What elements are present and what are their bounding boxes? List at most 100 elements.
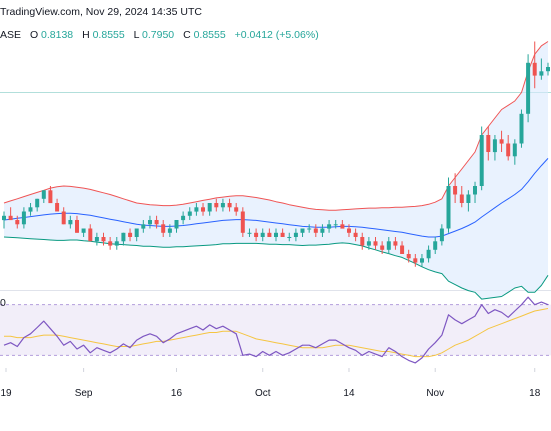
candle-body bbox=[134, 228, 139, 237]
x-axis-tick-label: Sep bbox=[75, 388, 93, 399]
candle-body bbox=[94, 237, 99, 242]
candle-body bbox=[473, 186, 477, 195]
candle-body bbox=[128, 232, 133, 237]
candle-body bbox=[360, 237, 365, 246]
candle-body bbox=[546, 67, 550, 72]
candle-body bbox=[227, 203, 232, 208]
candle-body bbox=[121, 232, 126, 242]
candle-body bbox=[380, 245, 385, 250]
x-axis-tick-label: 19 bbox=[0, 388, 12, 399]
bollinger-band-fill bbox=[4, 41, 548, 300]
candle-body bbox=[479, 135, 484, 186]
candle-body bbox=[8, 215, 13, 221]
candle-body bbox=[486, 135, 491, 152]
candle-body bbox=[101, 237, 106, 242]
candle-body bbox=[154, 220, 159, 225]
candle-body bbox=[320, 228, 325, 233]
candle-body bbox=[267, 232, 272, 237]
candle-body bbox=[167, 228, 172, 233]
candle-body bbox=[492, 139, 497, 153]
candle-body bbox=[41, 190, 46, 199]
candle-body bbox=[539, 71, 544, 76]
open-label: O bbox=[30, 29, 38, 41]
x-axis-tick-label: Oct bbox=[255, 388, 271, 399]
candle-body bbox=[406, 254, 411, 259]
candle-body bbox=[48, 190, 53, 204]
candle-body bbox=[453, 186, 458, 195]
candle-body bbox=[400, 245, 405, 254]
high-label: H bbox=[82, 29, 90, 41]
candle-body bbox=[307, 228, 312, 230]
candle-body bbox=[433, 241, 438, 250]
candle-body bbox=[15, 220, 20, 225]
candle-body bbox=[353, 232, 358, 237]
candle-body bbox=[366, 241, 371, 246]
close-value: 0.8555 bbox=[194, 29, 226, 41]
candle-body bbox=[466, 194, 471, 203]
candle-body bbox=[234, 207, 239, 212]
candle-body bbox=[340, 224, 345, 229]
candle-body bbox=[247, 232, 252, 234]
candle-body bbox=[220, 203, 225, 208]
candle-body bbox=[373, 241, 378, 246]
candle-body bbox=[313, 228, 318, 233]
candle-body bbox=[280, 232, 285, 237]
candle-body bbox=[420, 258, 424, 263]
candle-body bbox=[506, 143, 511, 157]
candle-body bbox=[439, 228, 444, 242]
candle-body bbox=[386, 241, 391, 250]
low-value: 0.7950 bbox=[142, 29, 174, 41]
x-axis-tick-label: Nov bbox=[426, 388, 444, 399]
open-value: 0.8138 bbox=[41, 29, 73, 41]
candle-body bbox=[526, 62, 531, 114]
x-axis-tick-label: 14 bbox=[343, 388, 355, 399]
candle-body bbox=[426, 249, 431, 259]
candle-body bbox=[499, 139, 504, 144]
candle-body bbox=[161, 224, 166, 233]
watermark-text: TradingView.com, Nov 29, 2024 14:35 UTC bbox=[0, 6, 202, 18]
candle-body bbox=[81, 228, 86, 233]
symbol-suffix: ASE bbox=[0, 29, 21, 41]
candle-body bbox=[174, 220, 179, 229]
rsi-band-fill bbox=[0, 304, 551, 356]
candle-body bbox=[55, 203, 60, 212]
candle-body bbox=[187, 211, 192, 216]
rsi-label: 0 bbox=[0, 297, 6, 309]
ohlc-header: ASE O 0.8138 H 0.8555 L 0.7950 C 0.8555 … bbox=[0, 29, 319, 41]
candle-body bbox=[446, 186, 451, 229]
candle-body bbox=[75, 220, 79, 233]
candle-body bbox=[333, 224, 338, 226]
change-value: +0.0412 (+5.06%) bbox=[235, 29, 319, 41]
candle-body bbox=[21, 211, 26, 225]
candle-body bbox=[207, 203, 212, 212]
candle-body bbox=[141, 224, 146, 229]
candle-body bbox=[347, 228, 351, 233]
price-pane bbox=[0, 41, 551, 300]
candle-body bbox=[214, 203, 219, 208]
candle-body bbox=[88, 228, 93, 242]
candle-body bbox=[413, 258, 418, 263]
candle-body bbox=[114, 241, 119, 246]
candle-body bbox=[459, 194, 464, 203]
candle-body bbox=[61, 211, 66, 225]
candle-body bbox=[532, 62, 537, 76]
close-label: C bbox=[183, 29, 191, 41]
low-label: L bbox=[134, 29, 140, 41]
rsi-pane bbox=[0, 296, 551, 364]
candle-body bbox=[254, 232, 259, 237]
candle-body bbox=[28, 207, 33, 212]
candle-body bbox=[181, 215, 186, 221]
candle-body bbox=[393, 241, 398, 246]
candle-body bbox=[240, 211, 245, 233]
candle-body bbox=[327, 224, 332, 229]
high-value: 0.8555 bbox=[93, 29, 125, 41]
candle-body bbox=[274, 232, 278, 237]
candle-body bbox=[35, 198, 40, 208]
candle-body bbox=[512, 143, 517, 157]
candle-body bbox=[148, 220, 152, 225]
chart-root: 19 Sep 16 Oct 14 Nov 18 TradingView.com, Nov 2… bbox=[0, 6, 551, 399]
candle-body bbox=[2, 215, 6, 221]
x-axis: 19 Sep 16 Oct 14 Nov 18 bbox=[0, 368, 541, 399]
candle-body bbox=[68, 220, 73, 225]
candle-body bbox=[201, 207, 205, 212]
